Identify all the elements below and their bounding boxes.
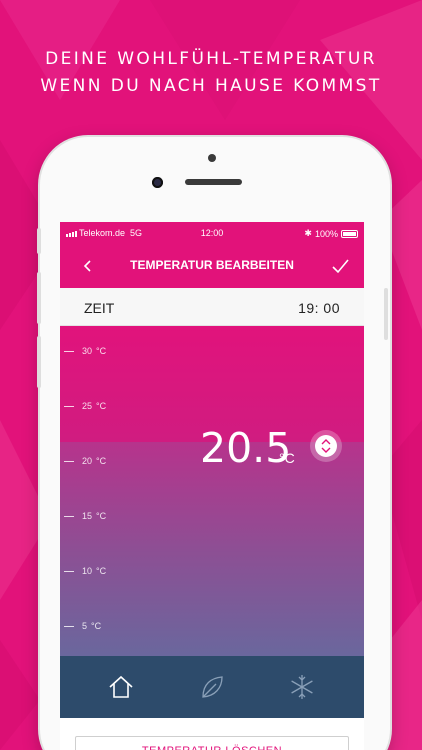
time-value[interactable]: 19: 00 xyxy=(298,300,340,316)
scale-tick-20: 20 °C xyxy=(64,456,106,466)
tick-unit: °C xyxy=(96,456,107,466)
phone-power-button xyxy=(384,288,388,340)
bluetooth-icon: ✱ xyxy=(304,228,312,238)
scale-tick-5: 5 °C xyxy=(64,621,101,631)
page-title: TEMPERATUR BEARBEITEN xyxy=(130,258,294,272)
slider-handle[interactable] xyxy=(310,430,342,462)
scale-tick-25: 25 °C xyxy=(64,401,106,411)
tick-unit: °C xyxy=(91,621,102,631)
status-bar: Telekom.de 5G 12:00 ✱ 100% xyxy=(60,222,364,244)
battery-icon xyxy=(341,229,358,238)
current-temperature-unit: °C xyxy=(279,450,295,466)
tick-unit: °C xyxy=(96,511,107,521)
phone-volume-up xyxy=(37,272,41,324)
time-row[interactable]: ZEIT 19: 00 xyxy=(60,288,364,326)
headline-line-1: DEINE WOHLFÜHL-TEMPERATUR xyxy=(45,49,377,69)
tick-value: 10 xyxy=(82,566,93,576)
snowflake-icon[interactable] xyxy=(287,672,317,702)
leaf-icon[interactable] xyxy=(197,672,227,702)
mode-tab-bar xyxy=(60,656,364,718)
delete-area: TEMPERATUR LÖSCHEN xyxy=(60,718,364,750)
time-label: ZEIT xyxy=(84,300,115,316)
temperature-slider[interactable]: 30 °C 25 °C 20 °C 15 °C 10 °C 5 °C 20.5 °C xyxy=(60,326,364,656)
status-battery: ✱ 100% xyxy=(304,228,358,239)
tick-value: 15 xyxy=(82,511,93,521)
tick-value: 30 xyxy=(82,346,93,356)
phone-speaker xyxy=(185,179,242,185)
scale-tick-10: 10 °C xyxy=(64,566,106,576)
tick-value: 5 xyxy=(82,621,88,631)
tick-value: 20 xyxy=(82,456,93,466)
scale-tick-15: 15 °C xyxy=(64,511,106,521)
navigation-bar: TEMPERATUR BEARBEITEN xyxy=(60,244,364,288)
up-down-chevron-icon[interactable] xyxy=(315,435,337,457)
phone-camera xyxy=(152,177,163,188)
headline-line-2: WENN DU NACH HAUSE KOMMST xyxy=(40,76,382,96)
phone-side-button xyxy=(37,228,41,254)
tick-unit: °C xyxy=(96,346,107,356)
tick-unit: °C xyxy=(96,401,107,411)
current-temperature: 20.5 xyxy=(200,424,292,472)
app-screen: Telekom.de 5G 12:00 ✱ 100% TEMPERATUR BE… xyxy=(60,222,364,750)
tick-unit: °C xyxy=(96,566,107,576)
tick-value: 25 xyxy=(82,401,93,411)
checkmark-icon[interactable] xyxy=(330,256,350,276)
delete-temperature-button[interactable]: TEMPERATUR LÖSCHEN xyxy=(75,736,349,750)
battery-percent: 100% xyxy=(314,228,338,239)
phone-sensor xyxy=(208,154,216,162)
scale-tick-30: 30 °C xyxy=(64,346,106,356)
marketing-headline: DEINE WOHLFÜHL-TEMPERATUR WENN DU NACH H… xyxy=(0,46,422,100)
home-icon[interactable] xyxy=(106,672,136,702)
phone-volume-down xyxy=(37,336,41,388)
